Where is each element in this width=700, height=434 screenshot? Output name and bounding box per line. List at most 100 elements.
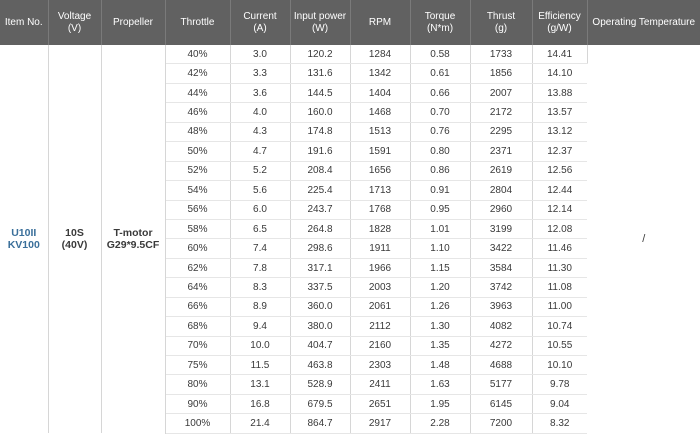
thrust-cell: 4688: [470, 355, 533, 376]
thrust-cell: 3584: [470, 258, 533, 279]
throttle-cell: 60%: [165, 238, 231, 259]
propeller-cell-line: G29*9.5CF: [106, 239, 160, 252]
torque-cell: 1.15: [410, 258, 471, 279]
voltage-cell: 10S (40V): [48, 45, 102, 434]
voltage-cell-line: 10S: [65, 227, 84, 240]
input-power-cell: 225.4: [290, 180, 351, 201]
throttle-cell: 58%: [165, 219, 231, 240]
efficiency-cell: 10.74: [532, 316, 587, 337]
thrust-cell: 7200: [470, 413, 533, 434]
throttle-cell: 44%: [165, 83, 231, 104]
item-no-cell-line: U10II: [11, 227, 37, 240]
current-cell: 5.2: [230, 161, 291, 182]
efficiency-cell: 9.04: [532, 394, 587, 415]
torque-cell: 1.63: [410, 374, 471, 395]
throttle-cell: 46%: [165, 102, 231, 123]
efficiency-cell: 12.14: [532, 200, 587, 220]
efficiency-cell: 13.88: [532, 83, 587, 104]
torque-cell: 0.58: [410, 45, 471, 65]
thrust-cell: 1733: [470, 45, 533, 65]
torque-cell: 1.30: [410, 316, 471, 337]
efficiency-cell: 10.55: [532, 336, 587, 357]
input-power-cell: 864.7: [290, 413, 351, 434]
efficiency-cell: 12.37: [532, 141, 587, 162]
header-input-power: Input power (W): [290, 0, 351, 45]
torque-cell: 0.80: [410, 141, 471, 162]
thrust-cell: 4272: [470, 336, 533, 357]
thrust-cell: 6145: [470, 394, 533, 415]
input-power-cell: 317.1: [290, 258, 351, 279]
efficiency-cell: 8.32: [532, 413, 587, 434]
header-operating-temperature: Operating Temperature: [587, 0, 700, 45]
header-throttle: Throttle: [165, 0, 231, 45]
torque-cell: 1.20: [410, 277, 471, 298]
torque-cell: 0.66: [410, 83, 471, 104]
rpm-cell: 2003: [350, 277, 411, 298]
throttle-cell: 40%: [165, 45, 231, 65]
table-body: U10II KV100 10S (40V) T-motor G29*9.5CF 40% 3.0…: [0, 45, 700, 434]
operating-temperature-cell: /: [642, 233, 646, 246]
thrust-cell: 2960: [470, 200, 533, 220]
thrust-cell: 2007: [470, 83, 533, 104]
thrust-cell: 4082: [470, 316, 533, 337]
rpm-cell: 1342: [350, 63, 411, 84]
current-cell: 8.9: [230, 297, 291, 318]
torque-cell: 1.35: [410, 336, 471, 357]
torque-cell: 0.61: [410, 63, 471, 84]
input-power-cell: 298.6: [290, 238, 351, 259]
motor-spec-table: Item No. Voltage (V) Propeller Throttle C…: [0, 0, 700, 434]
header-current: Current (A): [230, 0, 291, 45]
rpm-cell: 1656: [350, 161, 411, 182]
throttle-cell: 42%: [165, 63, 231, 84]
current-cell: 4.3: [230, 122, 291, 143]
rpm-cell: 1284: [350, 45, 411, 65]
throttle-cell: 62%: [165, 258, 231, 279]
efficiency-cell: 12.44: [532, 180, 587, 201]
rpm-cell: 1911: [350, 238, 411, 259]
input-power-cell: 191.6: [290, 141, 351, 162]
torque-cell: 2.28: [410, 413, 471, 434]
efficiency-cell: 11.30: [532, 258, 587, 279]
thrust-cell: 2295: [470, 122, 533, 143]
throttle-cell: 50%: [165, 141, 231, 162]
current-cell: 7.8: [230, 258, 291, 279]
thrust-cell: 1856: [470, 63, 533, 84]
torque-cell: 0.86: [410, 161, 471, 182]
header-thrust: Thrust (g): [470, 0, 533, 45]
thrust-cell: 3199: [470, 219, 533, 240]
rpm-cell: 2112: [350, 316, 411, 337]
header-propeller: Propeller: [101, 0, 166, 45]
header-efficiency: Efficiency (g/W): [532, 0, 588, 45]
current-cell: 3.3: [230, 63, 291, 84]
rpm-cell: 2917: [350, 413, 411, 434]
efficiency-cell: 11.00: [532, 297, 587, 318]
current-cell: 8.3: [230, 277, 291, 298]
thrust-cell: 2804: [470, 180, 533, 201]
torque-cell: 1.01: [410, 219, 471, 240]
input-power-cell: 679.5: [290, 394, 351, 415]
efficiency-cell: 13.12: [532, 122, 587, 143]
current-cell: 3.0: [230, 45, 291, 65]
input-power-cell: 264.8: [290, 219, 351, 240]
torque-cell: 1.10: [410, 238, 471, 259]
throttle-cell: 100%: [165, 413, 231, 434]
input-power-cell: 380.0: [290, 316, 351, 337]
rpm-cell: 1513: [350, 122, 411, 143]
throttle-cell: 90%: [165, 394, 231, 415]
rpm-cell: 2303: [350, 355, 411, 376]
item-no-cell-line: KV100: [7, 239, 40, 252]
table-header-row: Item No. Voltage (V) Propeller Throttle C…: [0, 0, 700, 45]
current-cell: 9.4: [230, 316, 291, 337]
rpm-cell: 2160: [350, 336, 411, 357]
header-rpm: RPM: [350, 0, 411, 45]
header-item-no: Item No.: [0, 0, 49, 45]
torque-cell: 1.95: [410, 394, 471, 415]
thrust-cell: 3742: [470, 277, 533, 298]
efficiency-cell: 14.41: [532, 45, 588, 65]
torque-cell: 0.76: [410, 122, 471, 143]
header-torque: Torque (N*m): [410, 0, 471, 45]
voltage-cell-line: (40V): [61, 239, 88, 252]
torque-cell: 1.26: [410, 297, 471, 318]
propeller-cell-line: T-motor: [113, 227, 153, 240]
throttle-cell: 56%: [165, 200, 231, 220]
